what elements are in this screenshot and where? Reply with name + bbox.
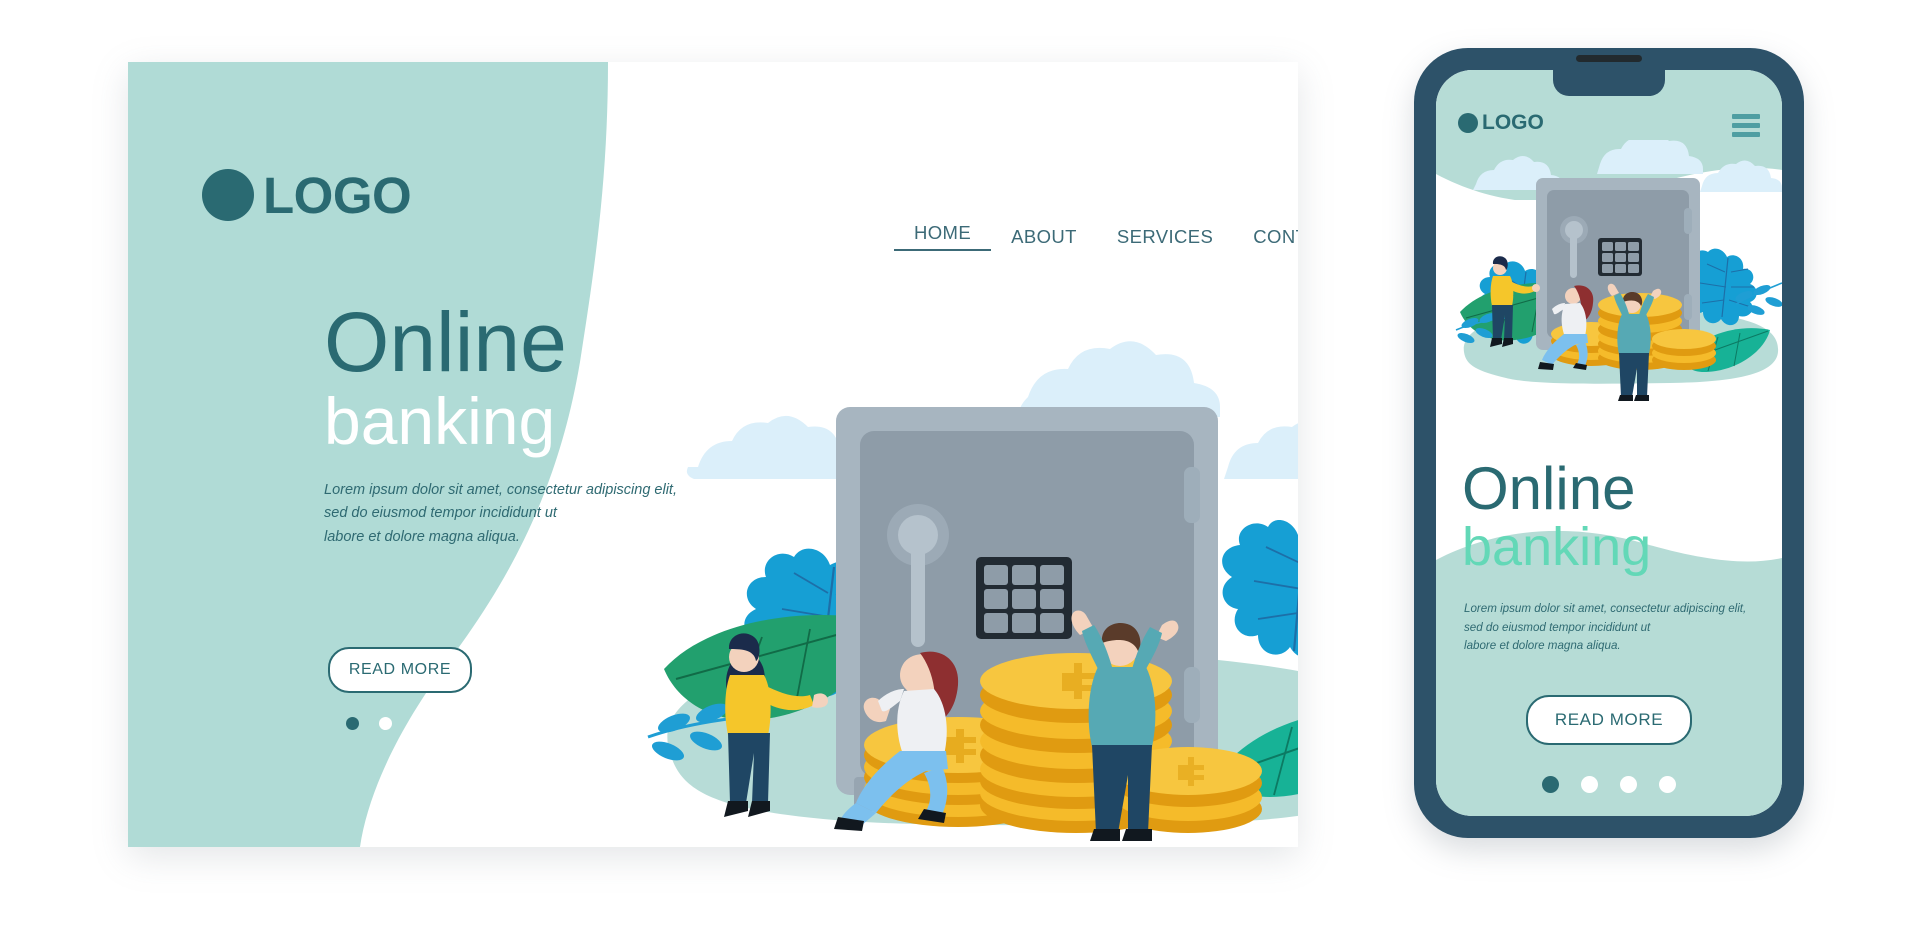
desktop-page: LOGO HOME ABOUT SERVICES CONTACT Online … [128,62,1298,847]
phone-hero-title-line1: Online [1462,455,1636,522]
phone-logo-text: LOGO [1482,111,1544,134]
phone-mockup: LOGO Online banking Lorem ipsum dolor si… [1414,48,1804,838]
carousel-dot-1[interactable] [346,717,359,730]
logo-text: LOGO [263,166,412,224]
carousel-dot-3[interactable] [412,717,425,730]
carousel-dot-4[interactable] [445,717,458,730]
illustration-desktop [647,341,1298,841]
carousel-dots [346,717,458,730]
phone-carousel-dot-4[interactable] [1659,776,1676,793]
phone-hero-body-line-2: sed do eiusmod tempor incididunt ut [1464,620,1651,634]
desktop-mockup-card: LOGO HOME ABOUT SERVICES CONTACT Online … [128,62,1298,847]
nav-item-services[interactable]: SERVICES [1097,226,1233,248]
hero-title-line2: banking [324,383,556,458]
logo-dot-icon [202,169,254,221]
phone-carousel-dot-1[interactable] [1542,776,1559,793]
read-more-button[interactable]: READ MORE [328,647,472,693]
phone-screen: LOGO Online banking Lorem ipsum dolor si… [1436,70,1782,816]
safe-keypad [976,557,1072,639]
phone-hero-body: Lorem ipsum dolor sit amet, consectetur … [1464,600,1760,656]
phone-logo-dot-icon [1458,112,1478,133]
hero-body-line-1: Lorem ipsum dolor sit amet, consectetur … [324,482,677,498]
desktop-navbar: HOME ABOUT SERVICES CONTACT [894,222,1298,251]
nav-item-home[interactable]: HOME [894,222,992,251]
carousel-dot-2[interactable] [379,717,392,730]
phone-notch [1553,70,1665,96]
phone-hero-title: Online banking [1462,455,1652,577]
phone-read-more-button[interactable]: READ MORE [1526,695,1692,745]
phone-hamburger-icon[interactable] [1732,114,1760,137]
phone-carousel-dot-3[interactable] [1620,776,1637,793]
hero-body-line-3: labore et dolore magna aliqua. [324,528,520,545]
screenshot-stage: LOGO HOME ABOUT SERVICES CONTACT Online … [0,0,1920,928]
blue-oak-leaf-right [1222,520,1298,656]
desktop-logo[interactable]: LOGO [202,166,412,224]
phone-hero-body-line-3: labore et dolore magna aliqua. [1464,639,1621,653]
hero-body-line-2: sed do eiusmod tempor incididunt ut [324,505,557,522]
nav-item-about[interactable]: ABOUT [991,226,1097,248]
hero-title-line1: Online [324,295,567,389]
phone-hero-body-line-1: Lorem ipsum dolor sit amet, consectetur … [1464,602,1747,615]
phone-carousel-dots [1542,776,1676,793]
desktop-hero-title: Online banking [324,295,567,458]
phone-hero-title-line2: banking [1462,516,1652,577]
phone-logo[interactable]: LOGO [1458,112,1544,133]
phone-carousel-dot-2[interactable] [1581,776,1598,793]
phone-speaker-icon [1576,55,1642,62]
nav-item-contact[interactable]: CONTACT [1233,226,1298,248]
illustration-phone [1455,140,1782,401]
desktop-hero-body: Lorem ipsum dolor sit amet, consectetur … [324,479,677,549]
